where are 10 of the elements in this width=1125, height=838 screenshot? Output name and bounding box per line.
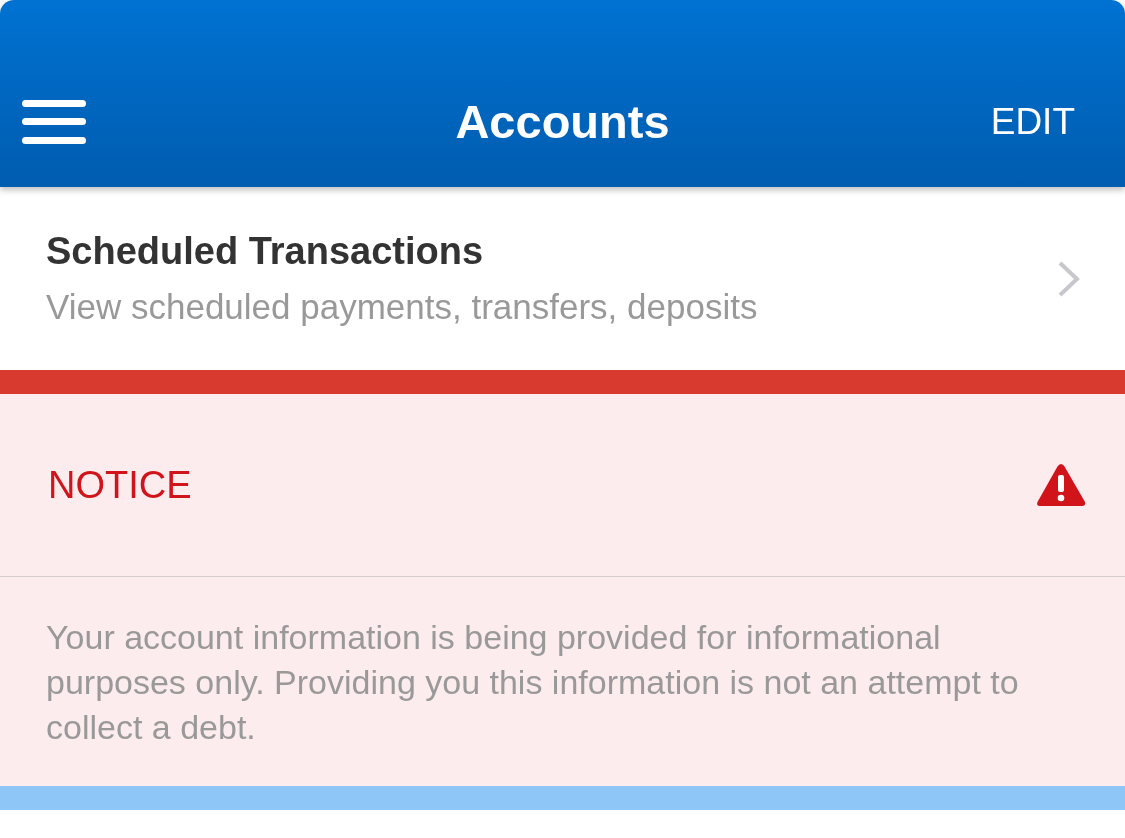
edit-button[interactable]: EDIT	[990, 100, 1075, 143]
scheduled-transactions-row[interactable]: Scheduled Transactions View scheduled payments, transfers, deposits	[0, 187, 1125, 370]
row-subtitle: View scheduled payments, transfers, deposits	[46, 287, 758, 327]
row-title: Scheduled Transactions	[46, 230, 485, 273]
notice-message: Your account information is being provided for informational purposes only. Providing you this information is not an attempt to collect a debt.	[46, 617, 1020, 748]
warning-icon	[1035, 462, 1087, 508]
menu-icon[interactable]	[22, 99, 86, 144]
chevron-icon	[1057, 259, 1081, 298]
page-title: Accounts	[455, 94, 670, 149]
notice-title: NOTICE	[48, 463, 192, 507]
